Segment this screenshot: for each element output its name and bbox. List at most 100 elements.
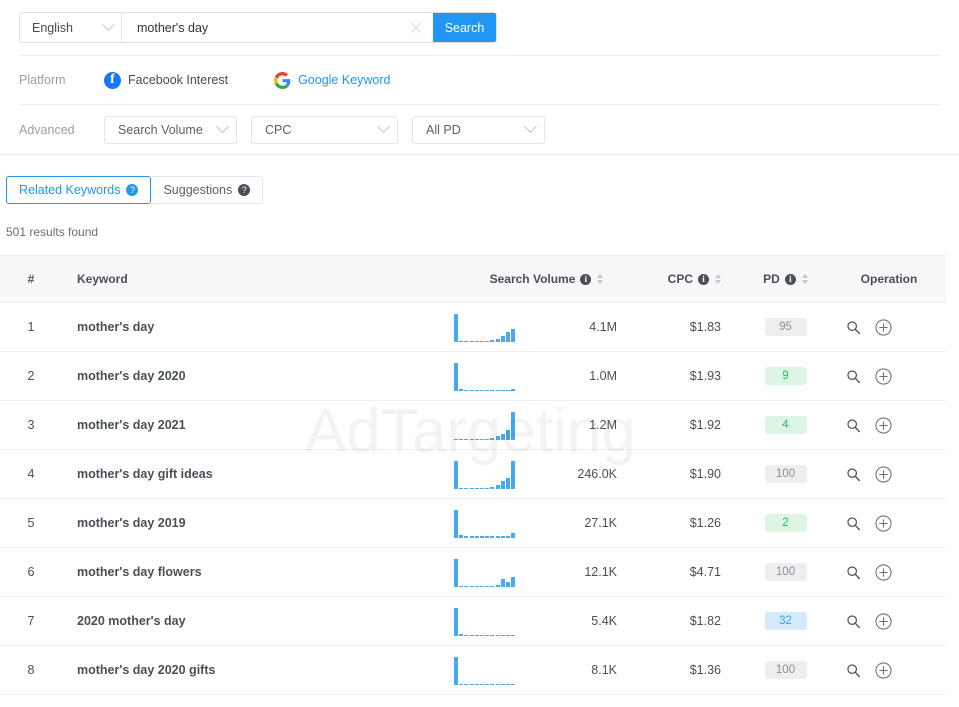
sparkline-bar [474,634,479,636]
info-icon[interactable]: i [580,273,592,285]
sparkline-bar [511,634,516,636]
sparkline-bar [495,634,500,636]
language-select[interactable]: English [20,13,122,42]
language-select-value: English [32,20,73,35]
tab-label: Related Keywords [19,183,121,197]
cell-keyword[interactable]: mother's day 2020 [62,351,454,401]
search-volume-sparkline [454,557,517,587]
results-count: 501 results found [6,225,99,239]
cell-number: 3 [0,400,62,450]
table-row[interactable]: 6 mother's day flowers 12.1K $4.71 100 [0,547,946,597]
sparkline-bar [480,535,484,538]
cell-operation [832,400,946,450]
platform-row: Platform Facebook Interest Google Keywor… [0,56,959,104]
sparkline-bar [495,389,500,391]
table-row[interactable]: 4 mother's day gift ideas 246.0K $1.90 1… [0,449,946,499]
table-row[interactable]: 2 mother's day 2020 1.0M $1.93 9 [0,351,946,401]
sparkline-bar [495,435,500,440]
info-icon[interactable]: i [698,273,709,285]
question-mark-icon[interactable]: ? [126,184,139,196]
add-circle-icon[interactable] [875,661,892,679]
search-volume-value: 4.1M [589,320,617,334]
sparkline-bar [506,430,510,440]
tab-related-keywords[interactable]: Related Keywords ? [6,176,152,204]
table-row[interactable]: 8 mother's day 2020 gifts 8.1K $1.36 100 [0,645,946,695]
sparkline-bar [506,478,510,489]
cell-keyword[interactable]: mother's day flowers [62,547,454,597]
search-magnifier-icon[interactable] [846,565,861,580]
sparkline-bar [495,683,500,685]
advanced-select-search-volume[interactable]: Search Volume [104,115,237,144]
tab-suggestions[interactable]: Suggestions ? [151,176,264,204]
cell-keyword[interactable]: mother's day 2019 [62,498,454,548]
search-magnifier-icon[interactable] [846,614,861,629]
sparkline-bar [454,363,458,391]
cell-number: 4 [0,449,62,499]
table-row[interactable]: 1 mother's day 4.1M $1.83 95 [0,302,946,352]
add-circle-icon[interactable] [875,563,892,581]
add-circle-icon[interactable] [875,416,892,434]
sparkline-bar [490,389,495,391]
sparkline-bar [459,487,464,489]
advanced-select-cpc[interactable]: CPC [251,115,398,144]
column-header-number: # [0,255,62,303]
search-volume-value: 12.1K [584,565,617,579]
pd-badge: 95 [764,318,807,336]
cell-pd: 95 [739,302,832,352]
table-row[interactable]: 7 2020 mother's day 5.4K $1.82 32 [0,596,946,646]
search-magnifier-icon[interactable] [846,418,861,433]
add-circle-icon[interactable] [875,367,892,385]
platform-option-google-keyword[interactable]: Google Keyword [274,71,390,89]
table-body: 1 mother's day 4.1M $1.83 95 2 mother's … [0,302,946,695]
search-magnifier-icon[interactable] [846,516,861,531]
table-row[interactable]: 3 mother's day 2021 1.2M $1.92 4 [0,400,946,450]
column-header-cpc[interactable]: CPC i [639,255,739,303]
tab-bar: Related Keywords ? Suggestions ? [0,155,959,204]
sparkline-bar [485,389,490,391]
search-magnifier-icon[interactable] [846,663,861,678]
cell-cpc: $1.26 [639,498,739,548]
platform-option-facebook-interest[interactable]: Facebook Interest [104,71,228,89]
cell-number: 1 [0,302,62,352]
chevron-down-icon [216,120,229,134]
info-icon[interactable]: i [784,273,796,285]
table-row[interactable]: 5 mother's day 2019 27.1K $1.26 2 [0,498,946,548]
cell-keyword[interactable]: mother's day gift ideas [62,449,454,499]
search-volume-value: 1.0M [589,369,617,383]
search-magnifier-icon[interactable] [846,369,861,384]
sort-icon[interactable] [801,274,808,284]
sparkline-bar [500,336,505,342]
cell-keyword[interactable]: mother's day 2021 [62,400,454,450]
cell-keyword[interactable]: mother's day 2020 gifts [62,645,454,695]
table-header-row: # Keyword Search Volume i CPC i PD i Ope… [0,255,946,303]
sort-icon[interactable] [715,274,721,284]
search-magnifier-icon[interactable] [846,467,861,482]
sparkline-bar [511,329,516,342]
cell-keyword[interactable]: 2020 mother's day [62,596,454,646]
sparkline-bar [480,438,484,440]
cell-keyword[interactable]: mother's day [62,302,454,352]
column-header-pd[interactable]: PD i [739,255,832,303]
add-circle-icon[interactable] [875,318,892,336]
close-icon[interactable] [408,20,424,36]
add-circle-icon[interactable] [875,465,892,483]
search-magnifier-icon[interactable] [846,320,861,335]
add-circle-icon[interactable] [875,612,892,630]
search-volume-sparkline [454,508,517,538]
question-mark-icon[interactable]: ? [238,184,251,196]
add-circle-icon[interactable] [875,514,892,532]
sparkline-bar [464,683,469,685]
search-button[interactable]: Search [433,13,496,42]
sparkline-bar [464,535,469,538]
sparkline-bar [454,608,458,636]
search-input[interactable] [135,19,408,36]
advanced-select-pd[interactable]: All PD [412,115,545,144]
platform-label: Platform [19,73,66,87]
sort-icon[interactable] [597,274,604,284]
search-volume-value: 8.1K [591,663,617,677]
tab-label: Suggestions [163,183,233,197]
sparkline-bar [511,412,516,440]
column-header-search-volume[interactable]: Search Volume i [454,255,639,303]
sparkline-bar [500,433,505,440]
table-head: # Keyword Search Volume i CPC i PD i Ope… [0,255,946,303]
